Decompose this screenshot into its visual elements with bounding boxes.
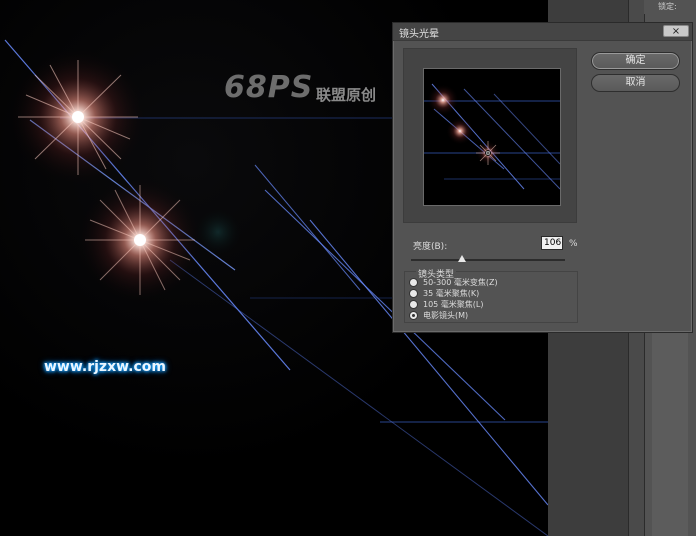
lens-flare-dialog: 镜头光晕 × 确定 取消 亮度(B): 106 % 镜头类型 50-300 毫米… (392, 22, 693, 333)
lens-option[interactable]: 35 毫米聚焦(K) (409, 289, 479, 299)
lens-option-label: 35 毫米聚焦(K) (423, 289, 480, 298)
ok-button[interactable]: 确定 (591, 52, 680, 70)
preview-panel (403, 48, 577, 223)
flare-preview[interactable] (423, 68, 561, 206)
lens-flare-1 (8, 47, 148, 187)
brightness-input[interactable]: 106 (541, 236, 563, 250)
watermark-caption: 联盟原创 (316, 86, 377, 104)
lens-option-label: 50-300 毫米变焦(Z) (423, 278, 498, 287)
watermark-logo: 68PS (224, 70, 314, 105)
lens-option[interactable]: 50-300 毫米变焦(Z) (409, 278, 498, 288)
lens-option[interactable]: 105 毫米聚焦(L) (409, 300, 484, 310)
lens-flare-2 (76, 176, 204, 304)
lens-option-label: 电影镜头(M) (423, 311, 469, 320)
brightness-slider-thumb[interactable] (457, 255, 466, 262)
radio-button[interactable] (409, 289, 418, 298)
diagonal-streak (254, 164, 361, 291)
radio-button[interactable] (409, 300, 418, 309)
radio-button[interactable] (409, 278, 418, 287)
dialog-title: 镜头光晕 (399, 29, 439, 40)
brightness-unit: % (569, 239, 578, 249)
lock-label: 锁定: (644, 0, 696, 14)
close-button[interactable]: × (663, 25, 689, 37)
dialog-titlebar[interactable]: 镜头光晕 × (393, 23, 692, 41)
cancel-button[interactable]: 取消 (591, 74, 680, 92)
lens-option-label: 105 毫米聚焦(L) (423, 300, 484, 309)
lens-option[interactable]: 电影镜头(M) (409, 311, 468, 321)
preview-artwork (424, 83, 560, 190)
brightness-slider-track[interactable] (411, 259, 565, 261)
brightness-label: 亮度(B): (413, 242, 448, 252)
site-url-watermark: www.rjzxw.com (44, 359, 166, 375)
lens-type-group: 镜头类型 50-300 毫米变焦(Z) 35 毫米聚焦(K) 105 毫米聚焦(L)… (404, 267, 578, 323)
radio-button[interactable] (409, 311, 418, 320)
